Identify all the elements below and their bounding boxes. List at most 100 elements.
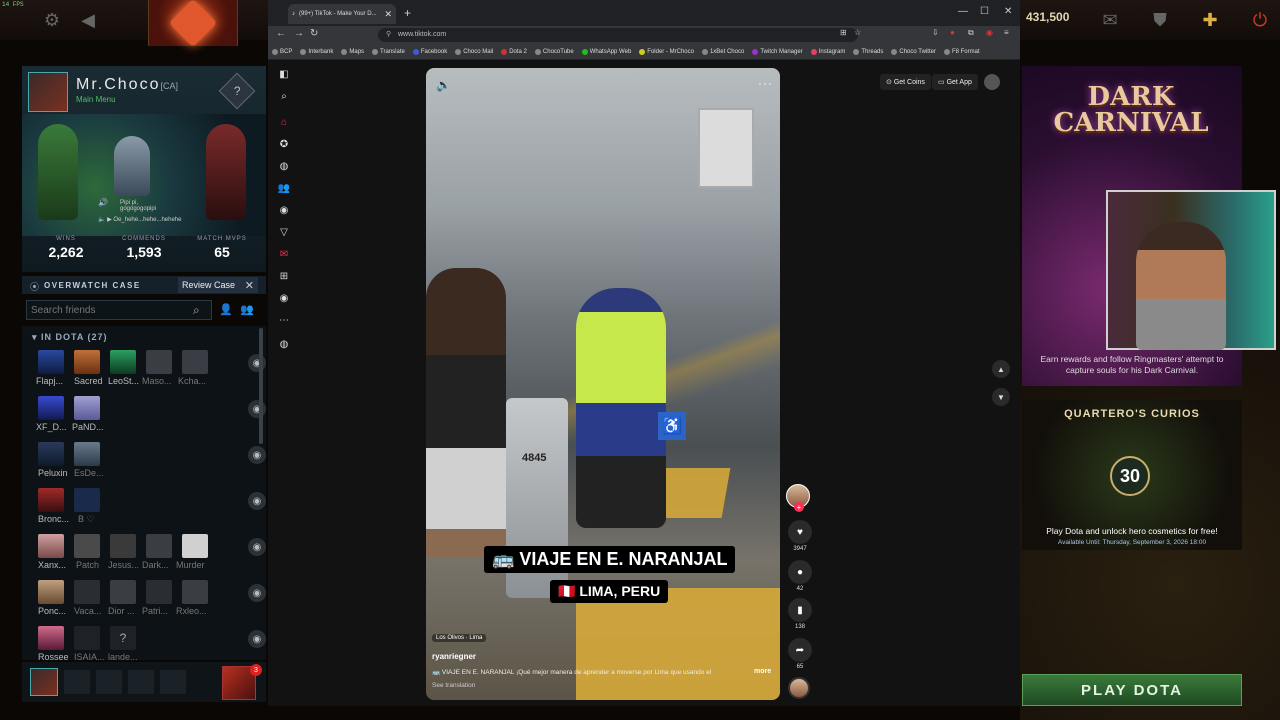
upload-icon[interactable]: ⊞ bbox=[276, 268, 292, 284]
bookmark-item[interactable]: 1xBet Choco bbox=[701, 48, 744, 55]
bookmark-item[interactable]: Instagram bbox=[810, 48, 845, 55]
rank-badge[interactable]: ? bbox=[218, 72, 256, 110]
friend-avatar[interactable] bbox=[38, 626, 64, 650]
mail-icon[interactable]: ✉ bbox=[1096, 6, 1124, 34]
tab-tiktok[interactable]: ♪ (99+) TikTok - Make Your D... ✕ bbox=[288, 4, 396, 24]
friend-avatar[interactable] bbox=[74, 442, 100, 466]
see-translation-link[interactable]: See translation bbox=[432, 682, 475, 689]
bookmark-item[interactable]: Facebook bbox=[412, 48, 447, 55]
bookmark-item[interactable]: Twitch Manager bbox=[752, 48, 803, 55]
add-friend-icon[interactable]: 👤 bbox=[219, 303, 233, 316]
reload-icon[interactable]: ↻ bbox=[310, 28, 318, 39]
get-coins-button[interactable]: ⊙ Get Coins bbox=[880, 74, 931, 90]
bookmark-item[interactable]: BCP bbox=[272, 48, 292, 55]
bookmark-item[interactable]: Threads bbox=[853, 48, 883, 55]
watch-eye-icon[interactable]: ◉ bbox=[248, 584, 266, 602]
following-avatar-icon[interactable]: ◍ bbox=[276, 158, 292, 174]
next-video-icon[interactable]: ▼ bbox=[992, 388, 1010, 406]
friend-avatar[interactable] bbox=[74, 488, 100, 512]
friend-avatar[interactable] bbox=[38, 534, 64, 558]
bookmark-item[interactable]: Maps bbox=[341, 48, 364, 55]
friend-avatar[interactable] bbox=[110, 350, 136, 374]
friend-avatar[interactable] bbox=[74, 396, 100, 420]
bookmark-item[interactable]: Interbank bbox=[300, 48, 333, 55]
messages-icon[interactable]: ✉ bbox=[276, 246, 292, 262]
friend-avatar[interactable] bbox=[146, 534, 172, 558]
friend-avatar[interactable] bbox=[110, 580, 136, 604]
creator-username[interactable]: ryanriegner bbox=[432, 652, 476, 661]
bookmark-item[interactable]: Folder - MrChoco bbox=[639, 48, 694, 55]
dota-logo-icon[interactable] bbox=[148, 0, 238, 48]
plus-icon[interactable]: ✚ bbox=[1196, 6, 1224, 34]
site-info-icon[interactable]: ⚲ bbox=[386, 30, 391, 38]
close-icon[interactable]: ✕ bbox=[245, 279, 254, 292]
follow-plus-icon[interactable]: + bbox=[794, 502, 804, 512]
more-options-icon[interactable]: ··· bbox=[758, 76, 773, 90]
party-avatar[interactable] bbox=[30, 668, 58, 696]
friends-group-header[interactable]: ▾ IN DOTA (27) bbox=[32, 332, 108, 343]
friend-avatar[interactable] bbox=[38, 488, 64, 512]
profile-icon[interactable]: ◉ bbox=[986, 28, 993, 37]
url-input[interactable]: www.tiktok.com bbox=[378, 28, 858, 42]
bookmark-item[interactable]: Translate bbox=[372, 48, 405, 55]
activity-icon[interactable]: ▽ bbox=[276, 224, 292, 240]
search-icon[interactable]: ⌕ bbox=[276, 88, 292, 104]
party-slot[interactable] bbox=[128, 670, 154, 694]
friend-avatar[interactable] bbox=[182, 580, 208, 604]
explore-icon[interactable]: ✪ bbox=[276, 136, 292, 152]
save-button[interactable]: ▮ 138 bbox=[788, 598, 812, 630]
like-button[interactable]: ♥ 3947 bbox=[788, 520, 812, 552]
video-player[interactable]: 4845 ♿ 🔈 ··· 🚌 VIAJE EN E. NARANJAL 🇵🇪 L… bbox=[426, 68, 780, 700]
bookmark-item[interactable]: Choco Twitter bbox=[891, 48, 936, 55]
unknown-avatar-icon[interactable]: ? bbox=[110, 626, 136, 650]
friend-avatar[interactable] bbox=[74, 580, 100, 604]
minimize-icon[interactable]: — bbox=[958, 6, 968, 17]
new-tab-button[interactable]: + bbox=[404, 6, 411, 20]
profile-icon[interactable]: ◉ bbox=[276, 290, 292, 306]
play-dota-button[interactable]: PLAY DOTA bbox=[1022, 674, 1242, 706]
watch-eye-icon[interactable]: ◉ bbox=[248, 354, 266, 372]
friend-avatar[interactable] bbox=[74, 534, 100, 558]
bookmark-item[interactable]: Dota 2 bbox=[501, 48, 527, 55]
review-case-button[interactable]: Review Case ✕ bbox=[178, 277, 258, 293]
friend-avatar[interactable] bbox=[182, 350, 208, 374]
friends-scrollbar[interactable] bbox=[259, 328, 263, 444]
speaker-icon[interactable]: 🔊 bbox=[98, 198, 108, 207]
close-tab-icon[interactable]: ✕ bbox=[384, 9, 392, 20]
watch-eye-icon[interactable]: ◉ bbox=[248, 538, 266, 556]
hero-showcase[interactable]: Pipi pi, gogogogopipi 🔊 🔈 ▶ Oe_hehe...he… bbox=[22, 114, 266, 236]
extension-icon[interactable]: ● bbox=[950, 28, 955, 37]
friends-icon[interactable]: 👥 bbox=[276, 180, 292, 196]
extensions-puzzle-icon[interactable]: ⧉ bbox=[968, 28, 974, 38]
live-icon[interactable]: ◉ bbox=[276, 202, 292, 218]
friend-avatar[interactable] bbox=[146, 350, 172, 374]
friend-avatar[interactable] bbox=[182, 534, 208, 558]
party-slot[interactable] bbox=[96, 670, 122, 694]
bookmark-item[interactable]: WhatsApp Web bbox=[581, 48, 631, 55]
close-window-icon[interactable]: ✕ bbox=[1004, 6, 1012, 17]
bookmark-star-icon[interactable]: ☆ bbox=[854, 28, 861, 37]
bookmark-item[interactable]: ChocoTube bbox=[534, 48, 574, 55]
more-icon[interactable]: ⋯ bbox=[276, 312, 292, 328]
friend-avatar[interactable] bbox=[38, 396, 64, 420]
sidebar-toggle-icon[interactable]: ◧ bbox=[276, 66, 292, 82]
party-slot[interactable] bbox=[160, 670, 186, 694]
party-slot[interactable] bbox=[64, 670, 90, 694]
friend-avatar[interactable] bbox=[38, 442, 64, 466]
bookmark-item[interactable]: Choco Mail bbox=[455, 48, 493, 55]
download-icon[interactable]: ⇩ bbox=[932, 28, 939, 37]
gear-icon[interactable]: ⚙ bbox=[38, 6, 66, 34]
friend-avatar[interactable] bbox=[146, 580, 172, 604]
friends-manage-icon[interactable]: 👥 bbox=[240, 303, 254, 316]
volume-icon[interactable]: 🔈 bbox=[436, 78, 451, 92]
back-arrow-icon[interactable]: ◀ bbox=[74, 6, 102, 34]
watch-eye-icon[interactable]: ◉ bbox=[248, 446, 266, 464]
friend-avatar[interactable] bbox=[110, 534, 136, 558]
watch-eye-icon[interactable]: ◉ bbox=[248, 492, 266, 510]
power-icon[interactable]: ⏻ bbox=[1246, 6, 1274, 34]
search-friends-input[interactable] bbox=[26, 300, 212, 320]
share-button[interactable]: ➦ 65 bbox=[788, 638, 812, 670]
search-icon[interactable]: ⌕ bbox=[193, 303, 200, 318]
back-icon[interactable]: ← bbox=[276, 28, 286, 39]
browser-menu-icon[interactable]: ≡ bbox=[1004, 28, 1009, 37]
